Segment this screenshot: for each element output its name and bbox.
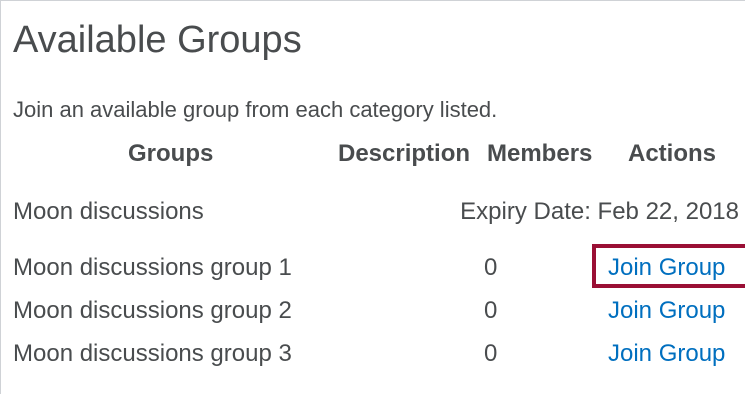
group-member-count: 0 [484,254,498,281]
column-header-members: Members [487,140,593,167]
join-group-link[interactable]: Join Group [608,296,725,326]
group-name: Moon discussions group 3 [13,340,292,367]
column-header-actions: Actions [628,140,717,167]
group-name: Moon discussions group 2 [13,297,292,324]
column-header-description: Description [338,140,471,167]
group-name: Moon discussions group 1 [13,254,292,281]
intro-text: Join an available group from each catego… [13,97,498,122]
join-group-link[interactable]: Join Group [608,339,725,369]
category-name: Moon discussions [13,198,204,225]
group-member-count: 0 [484,297,498,324]
page-title: Available Groups [13,19,302,61]
groups-panel: Available Groups Join an available group… [0,0,745,394]
category-expiry-date: Expiry Date: Feb 22, 2018 [460,198,739,225]
group-member-count: 0 [484,340,498,367]
column-header-groups: Groups [128,140,214,167]
join-group-link[interactable]: Join Group [608,253,725,283]
